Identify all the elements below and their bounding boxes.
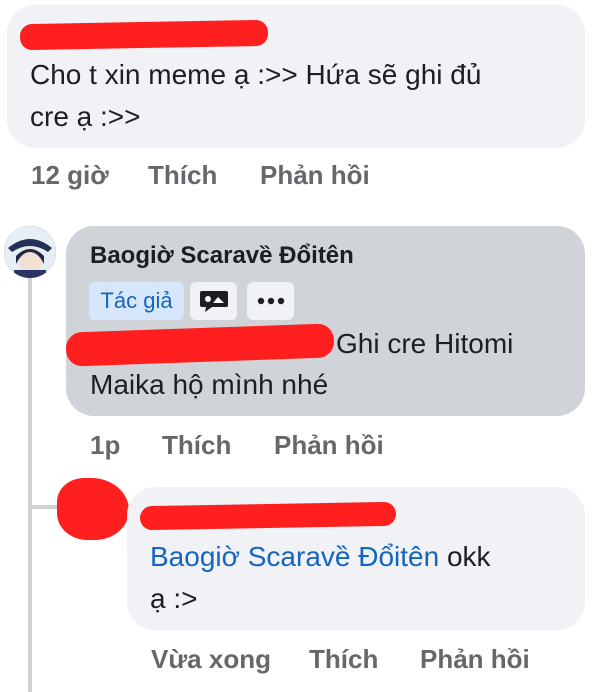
comment-2-author[interactable]: Baogiờ Scaravȅ Đổitên bbox=[90, 242, 354, 270]
avatar[interactable] bbox=[4, 226, 56, 278]
comment-1-text-line2: cre ạ :>> bbox=[30, 101, 141, 132]
comment-2-time[interactable]: 1p bbox=[90, 430, 120, 461]
avatar-image bbox=[4, 226, 56, 278]
comment-3-actions: Vừa xong Thích Phản hồi bbox=[0, 644, 609, 680]
comment-3-text-after: okk bbox=[439, 541, 491, 572]
redacted-author-1 bbox=[19, 19, 269, 51]
comment-3-like[interactable]: Thích bbox=[309, 644, 378, 675]
comment-1-text-line1: Cho t xin meme ạ :>> Hứa sẽ ghi đủ bbox=[30, 59, 482, 90]
comment-3-text-line1: Baogiờ Scaravȅ Đổitên okk bbox=[150, 536, 491, 578]
comment-2-actions: 1p Thích Phản hồi bbox=[0, 430, 609, 466]
comment-2-text-line2: Maika hộ mình nhé bbox=[90, 369, 329, 400]
comment-2-like[interactable]: Thích bbox=[162, 430, 231, 461]
more-icon[interactable] bbox=[247, 282, 294, 320]
comment-1-actions: 12 giờ Thích Phản hồi bbox=[0, 160, 609, 196]
thread-line-branch bbox=[28, 505, 60, 509]
chat-bubble-icon[interactable] bbox=[190, 282, 237, 320]
author-badge: Tác giả bbox=[89, 282, 184, 320]
thread-line-vertical bbox=[28, 278, 32, 692]
comment-3-time[interactable]: Vừa xong bbox=[151, 644, 271, 675]
comment-1-time[interactable]: 12 giờ bbox=[31, 160, 109, 191]
comment-2-reply[interactable]: Phản hồi bbox=[274, 430, 384, 461]
comment-3-reply[interactable]: Phản hồi bbox=[420, 644, 530, 675]
comment-3-mention[interactable]: Baogiờ Scaravȅ Đổitên bbox=[150, 541, 439, 572]
comment-2-text-line1: Ghi cre Hitomi bbox=[336, 328, 514, 359]
comment-1-like[interactable]: Thích bbox=[148, 160, 217, 191]
comment-3-text-line2: ạ :> bbox=[150, 583, 198, 614]
comment-1-reply[interactable]: Phản hồi bbox=[260, 160, 370, 191]
redacted-author-3 bbox=[139, 501, 397, 531]
redacted-avatar-3 bbox=[57, 478, 129, 540]
